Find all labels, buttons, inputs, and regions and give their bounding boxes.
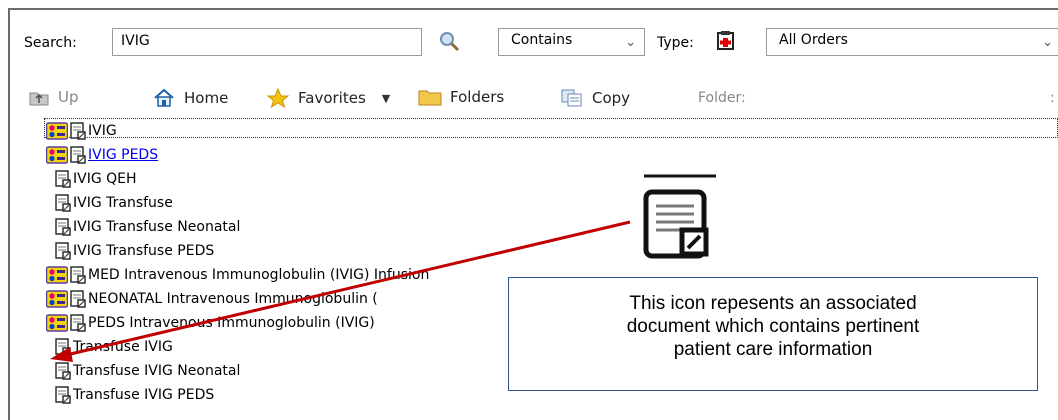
annotation-arrow bbox=[50, 220, 631, 362]
